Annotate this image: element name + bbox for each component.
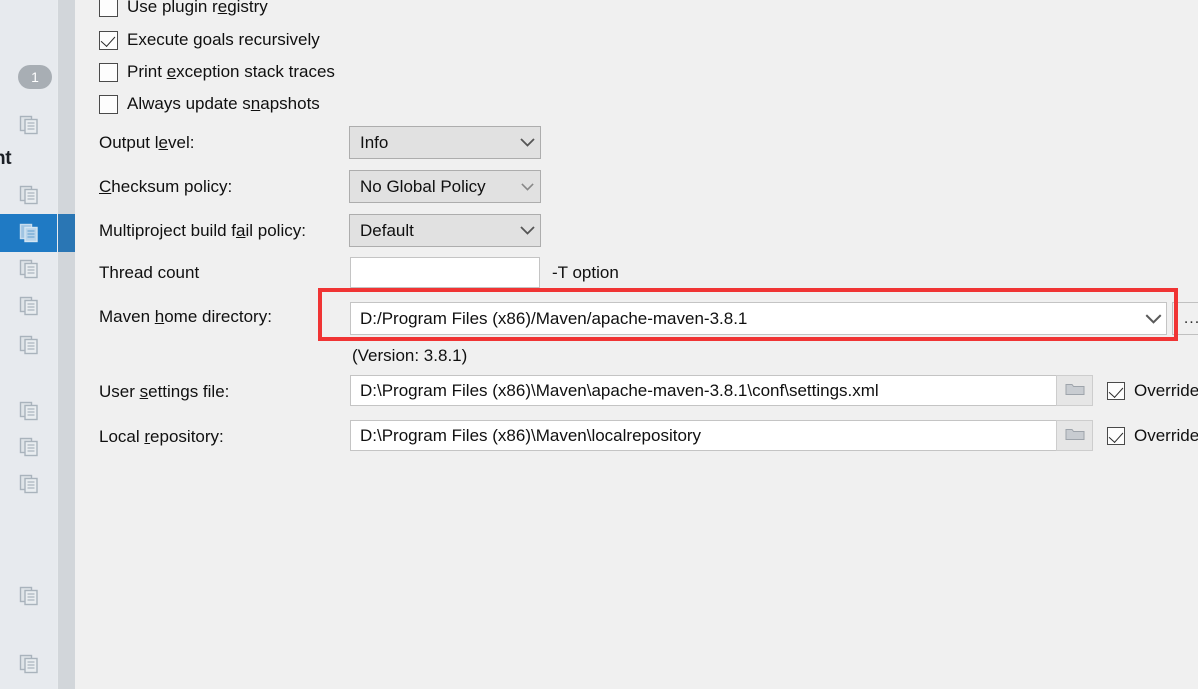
checkbox-label: Always update snapshots bbox=[127, 94, 320, 113]
sidebar-item-8[interactable] bbox=[0, 465, 57, 503]
output-level-dropdown[interactable]: Info bbox=[349, 126, 541, 159]
checkbox-box[interactable] bbox=[99, 94, 118, 114]
maven-home-directory-value: D:/Program Files (x86)/Maven/apache-mave… bbox=[360, 308, 748, 328]
sidebar-item-5[interactable] bbox=[0, 326, 57, 364]
maven-home-directory-combo[interactable]: D:/Program Files (x86)/Maven/apache-mave… bbox=[350, 302, 1167, 335]
thread-count-input[interactable] bbox=[350, 257, 540, 288]
checkbox-box[interactable] bbox=[99, 30, 118, 50]
thread-count-hint: -T option bbox=[552, 263, 619, 282]
sidebar-item-7[interactable] bbox=[0, 428, 57, 466]
notification-badge-count: 1 bbox=[31, 69, 39, 85]
use-plugin-registry-checkbox[interactable]: Use plugin registry bbox=[99, 0, 268, 17]
maven-settings-panel: Use plugin registry Execute goals recurs… bbox=[75, 0, 1198, 689]
sidebar-scrollbar-thumb[interactable] bbox=[58, 214, 76, 252]
local-repository-value: D:\Program Files (x86)\Maven\localreposi… bbox=[360, 425, 702, 445]
sidebar-item-1[interactable] bbox=[0, 176, 57, 214]
sidebar-item-6[interactable] bbox=[0, 392, 57, 430]
sidebar-item-0[interactable] bbox=[0, 106, 57, 144]
copy-document-icon bbox=[19, 223, 39, 243]
sidebar-item-10[interactable] bbox=[0, 645, 57, 683]
local-repository-label: Local repository: bbox=[99, 427, 224, 446]
sidebar-item-9[interactable] bbox=[0, 577, 57, 615]
checkbox-label: Use plugin registry bbox=[127, 0, 268, 16]
user-settings-file-input[interactable]: D:\Program Files (x86)\Maven\apache-mave… bbox=[350, 375, 1092, 406]
folder-icon bbox=[1065, 426, 1085, 446]
thread-count-label: Thread count bbox=[99, 263, 200, 282]
copy-document-icon bbox=[19, 115, 39, 135]
folder-icon bbox=[1065, 381, 1085, 401]
copy-document-icon bbox=[19, 185, 39, 205]
override-label: Override bbox=[1134, 381, 1198, 400]
sidebar-clipped-label: nt bbox=[0, 148, 12, 169]
checkbox-label: Execute goals recursively bbox=[127, 30, 320, 49]
sidebar-item-4[interactable] bbox=[0, 287, 57, 325]
checkbox-box[interactable] bbox=[99, 62, 118, 82]
sidebar: 1 nt bbox=[0, 0, 57, 689]
user-settings-file-value: D:\Program Files (x86)\Maven\apache-mave… bbox=[360, 380, 879, 400]
sidebar-item-3[interactable] bbox=[0, 250, 57, 288]
copy-document-icon bbox=[19, 437, 39, 457]
override-label: Override bbox=[1134, 426, 1198, 445]
maven-home-directory-label: Maven home directory: bbox=[99, 307, 272, 326]
user-settings-folder-button[interactable] bbox=[1056, 375, 1093, 406]
chevron-down-icon bbox=[514, 138, 540, 147]
chevron-down-icon bbox=[514, 182, 540, 191]
multiproject-build-fail-policy-dropdown[interactable]: Default bbox=[349, 214, 541, 247]
maven-home-browse-button[interactable]: ... bbox=[1172, 302, 1198, 335]
checkbox-box[interactable] bbox=[1107, 427, 1125, 445]
execute-goals-recursively-checkbox[interactable]: Execute goals recursively bbox=[99, 30, 320, 50]
copy-document-icon bbox=[19, 586, 39, 606]
copy-document-icon bbox=[19, 259, 39, 279]
sidebar-scrollbar[interactable] bbox=[57, 0, 76, 689]
copy-document-icon bbox=[19, 474, 39, 494]
copy-document-icon bbox=[19, 654, 39, 674]
output-level-label: Output level: bbox=[99, 133, 195, 152]
local-repository-folder-button[interactable] bbox=[1056, 420, 1093, 451]
maven-version-note: (Version: 3.8.1) bbox=[352, 346, 468, 365]
local-repository-input[interactable]: D:\Program Files (x86)\Maven\localreposi… bbox=[350, 420, 1092, 451]
sidebar-item-2-selected[interactable] bbox=[0, 214, 57, 252]
checkbox-box[interactable] bbox=[99, 0, 118, 17]
notification-badge[interactable]: 1 bbox=[18, 65, 52, 89]
multiproject-build-fail-policy-label: Multiproject build fail policy: bbox=[99, 221, 306, 240]
print-exception-stack-traces-checkbox[interactable]: Print exception stack traces bbox=[99, 62, 335, 82]
copy-document-icon bbox=[19, 401, 39, 421]
checkbox-box[interactable] bbox=[1107, 382, 1125, 400]
copy-document-icon bbox=[19, 296, 39, 316]
checksum-policy-label: Checksum policy: bbox=[99, 177, 233, 196]
local-repository-override-checkbox[interactable]: Override bbox=[1107, 426, 1198, 446]
multiproject-build-fail-policy-value: Default bbox=[360, 220, 414, 240]
user-settings-file-label: User settings file: bbox=[99, 382, 230, 401]
output-level-value: Info bbox=[360, 132, 389, 152]
checkbox-label: Print exception stack traces bbox=[127, 62, 335, 81]
chevron-down-icon bbox=[514, 226, 540, 235]
checksum-policy-value: No Global Policy bbox=[360, 176, 486, 196]
copy-document-icon bbox=[19, 335, 39, 355]
user-settings-override-checkbox[interactable]: Override bbox=[1107, 381, 1198, 401]
chevron-down-icon[interactable] bbox=[1140, 313, 1166, 324]
always-update-snapshots-checkbox[interactable]: Always update snapshots bbox=[99, 94, 320, 114]
checksum-policy-dropdown[interactable]: No Global Policy bbox=[349, 170, 541, 203]
